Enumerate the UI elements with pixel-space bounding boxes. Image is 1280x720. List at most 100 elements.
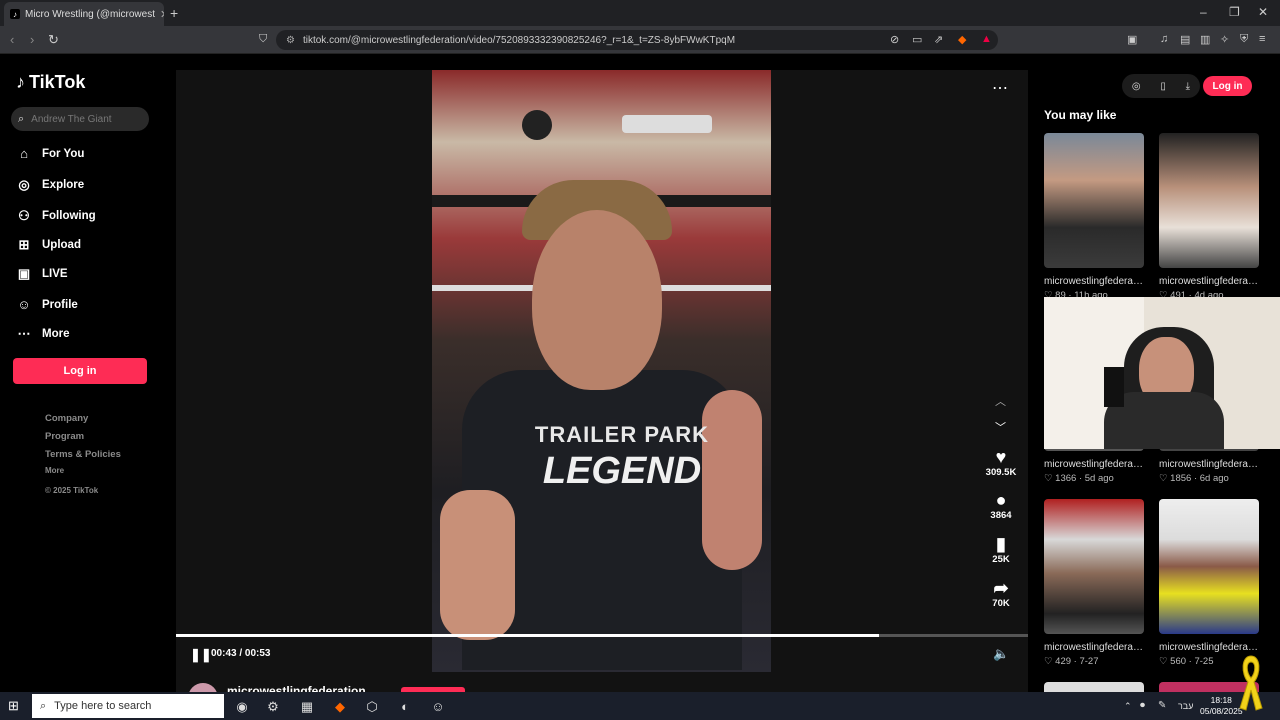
comment-button[interactable]: ● 3864 (985, 490, 1017, 521)
login-button-top[interactable]: Log in (1203, 76, 1252, 96)
like-button[interactable]: ♥ 309.5K (985, 447, 1017, 478)
reader-icon[interactable]: ▤ (1180, 33, 1190, 46)
like-count: 309.5K (985, 467, 1017, 478)
music-icon[interactable]: ♫ (1160, 33, 1168, 45)
bookmark-icon[interactable]: ⛉ (259, 33, 267, 46)
language-indicator[interactable]: עבר (1178, 701, 1193, 711)
video-thumbnail[interactable] (1044, 499, 1144, 634)
top-action-group: ◎ ▯ ⤓ (1122, 74, 1200, 98)
profile-icon: ☺ (17, 297, 31, 312)
nav-label: Profile (42, 298, 78, 311)
app-icon[interactable]: ◐ (394, 696, 416, 718)
suggested-video-card[interactable]: microwestlingfederati... ♡ 89 · 11h ago (1044, 133, 1144, 301)
new-tab-button[interactable]: + (170, 5, 178, 21)
share-button[interactable]: ➦ 70K (985, 578, 1017, 609)
restore-button[interactable]: ❐ (1229, 5, 1240, 19)
more-options-icon[interactable]: ⋯ (992, 78, 1008, 98)
back-icon[interactable]: ‹ (10, 32, 14, 47)
nav-profile[interactable]: ☺ Profile (16, 297, 78, 312)
nav-following[interactable]: ⚇ Following (16, 208, 96, 224)
heart-icon: ♡ (1159, 656, 1168, 667)
video-thumbnail[interactable] (1159, 499, 1259, 634)
previous-video-icon[interactable]: ︿ (995, 393, 1006, 409)
video-frame[interactable]: TRAILER PARK LEGEND (432, 70, 771, 672)
discord-icon[interactable]: ☺ (427, 696, 449, 718)
nav-more[interactable]: ⋯ More (16, 326, 70, 342)
close-tab-icon[interactable]: ✕ (160, 8, 164, 21)
nav-upload[interactable]: ⊞ Upload (16, 237, 81, 253)
card-likes: 560 (1170, 656, 1187, 667)
reload-icon[interactable]: ↻ (48, 32, 59, 48)
nav-label: More (42, 328, 70, 340)
file-explorer-icon[interactable]: ▦ (296, 696, 318, 718)
video-thumbnail[interactable] (1159, 133, 1259, 268)
pen-icon[interactable]: ✎ (1158, 700, 1166, 711)
brave-shield-icon[interactable]: ◆ (958, 33, 966, 46)
card-age: 7-27 (1079, 656, 1099, 667)
compass-icon: ◎ (18, 177, 30, 192)
share-icon[interactable]: ⇗ (934, 33, 943, 46)
cast-icon[interactable]: ▭ (912, 33, 922, 46)
heart-icon: ♡ (1159, 473, 1168, 484)
next-video-icon[interactable]: ﹀ (995, 419, 1006, 435)
nav-explore[interactable]: ◎ Explore (16, 177, 84, 193)
tiktok-logo[interactable]: ♪ TikTok (16, 72, 85, 93)
card-meta: ♡ 429 · 7-27 (1044, 656, 1099, 667)
tray-chevron-icon[interactable]: ⌃ (1124, 701, 1132, 712)
app-icon[interactable]: ⬡ (361, 696, 383, 718)
volume-icon[interactable]: 🔈 (993, 646, 1009, 662)
heart-icon: ♡ (1044, 656, 1053, 667)
save-button[interactable]: ▮ 25K (985, 534, 1017, 565)
minimize-button[interactable]: – (1200, 5, 1207, 19)
forward-icon[interactable]: › (30, 32, 34, 47)
card-title[interactable]: microwestlingfederati... (1044, 642, 1144, 653)
plus-square-icon: ⊞ (18, 237, 30, 252)
compass-icon[interactable]: ◎ (1132, 81, 1141, 92)
tiktok-note-icon: ♪ (16, 72, 25, 92)
tab-title: Micro Wrestling (@microwest (25, 8, 155, 20)
ai-icon[interactable]: ✧ (1220, 33, 1229, 46)
nav-for-you[interactable]: ⌂ For You (16, 146, 84, 161)
save-count: 25K (992, 554, 1010, 565)
suggested-video-card[interactable]: microwestlingfederati... ♡ 429 · 7-27 (1044, 499, 1144, 667)
video-thumbnail[interactable] (1044, 682, 1144, 692)
video-thumbnail[interactable] (1044, 133, 1144, 268)
taskbar-search-input[interactable]: ⌕ Type here to search (32, 694, 224, 718)
card-title[interactable]: microwestlingfederati... (1159, 276, 1259, 287)
nav-live[interactable]: ▣ LIVE (16, 266, 68, 282)
phone-icon[interactable]: ▯ (1160, 81, 1166, 92)
person-icon: ⚇ (18, 208, 30, 223)
brave-rewards-icon[interactable]: ▲ (981, 33, 992, 45)
thumbs-up-left (440, 490, 515, 640)
download-icon[interactable]: ⤓ (1186, 81, 1190, 92)
footer-link[interactable]: Program (45, 431, 84, 442)
nav-label: Following (42, 210, 96, 222)
close-window-button[interactable]: ✕ (1258, 5, 1268, 19)
obs-icon[interactable]: ◉ (231, 696, 253, 718)
home-icon: ⌂ (20, 146, 28, 161)
card-title[interactable]: microwestlingfederati... (1159, 459, 1259, 470)
steam-icon[interactable]: ⚙ (262, 696, 284, 718)
windows-start-icon[interactable]: ⊞ (8, 698, 19, 714)
search-input[interactable]: ⌕ Andrew The Giant (11, 107, 149, 131)
wallet-icon[interactable]: ▥ (1200, 33, 1210, 46)
footer-link[interactable]: Terms & Policies (45, 449, 121, 460)
shirt-text-line1: TRAILER PARK (534, 422, 710, 447)
copyright: © 2025 TikTok (45, 486, 99, 495)
sidebar-toggle-icon[interactable]: ▣ (1127, 33, 1137, 46)
suggested-video-card[interactable]: microwestlingfederati... ♡ 491 · 4d ago (1159, 133, 1259, 301)
footer-link[interactable]: Company (45, 413, 88, 424)
browser-tab[interactable]: ♪ Micro Wrestling (@microwest ✕ (4, 2, 164, 26)
vpn-icon[interactable]: ⛨ (1240, 33, 1248, 46)
pause-icon[interactable]: ❚❚ (190, 647, 212, 663)
card-title[interactable]: microwestlingfederati... (1044, 276, 1144, 287)
card-title[interactable]: microwestlingfederati... (1044, 459, 1144, 470)
no-tracking-icon[interactable]: ⊘ (890, 33, 899, 46)
microphone-icon[interactable]: ⏺ (1140, 700, 1145, 711)
footer-more[interactable]: More (45, 466, 64, 475)
menu-icon[interactable]: ≡ (1259, 33, 1265, 45)
suggested-video-card[interactable]: microwestlingfederati... ♡ 560 · 7-25 (1159, 499, 1259, 667)
brave-browser-icon[interactable]: ◆ (329, 696, 351, 718)
site-info-icon[interactable]: ⚙ (286, 35, 295, 46)
login-button[interactable]: Log in (13, 358, 147, 384)
